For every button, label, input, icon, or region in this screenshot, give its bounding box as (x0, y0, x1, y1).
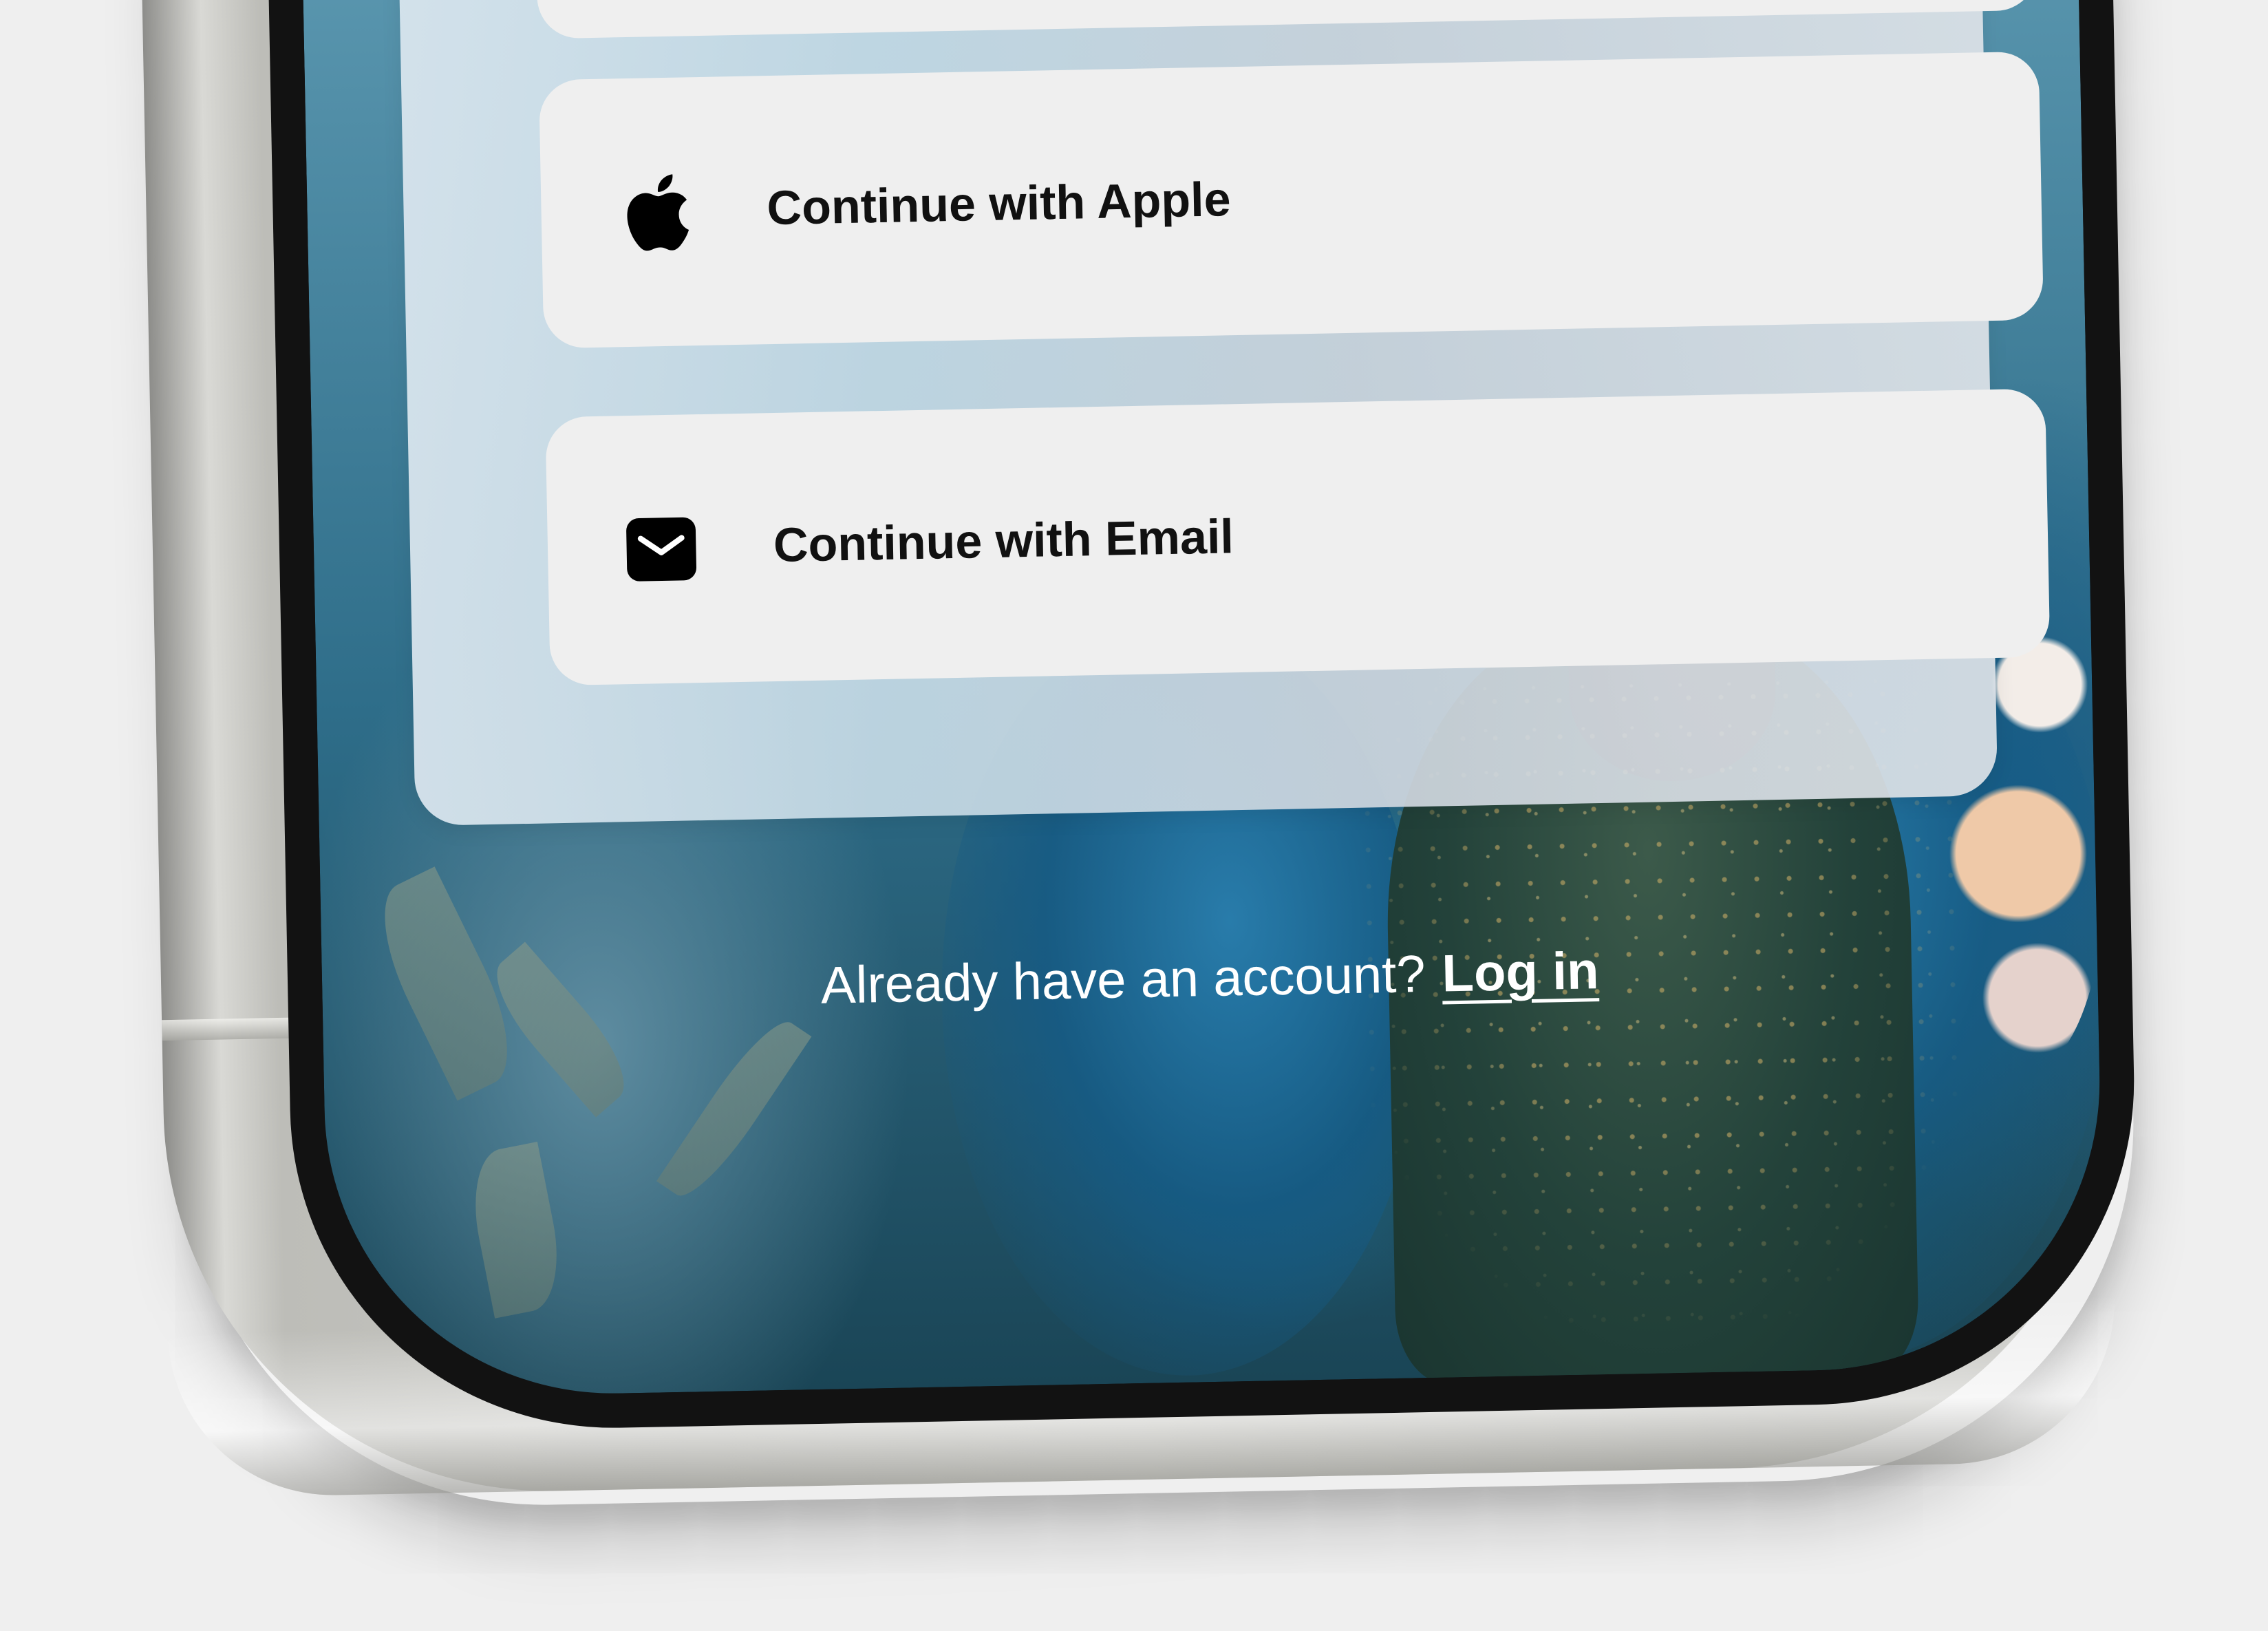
continue-with-email-button[interactable]: Continue with Email (545, 388, 2051, 686)
login-link[interactable]: Log in (1442, 941, 1600, 1003)
phone-screen: Continue with Apple Continue with Email … (301, 0, 2106, 1399)
device-frame-seam (162, 1017, 293, 1041)
auth-options-panel: Continue with Apple Continue with Email (397, 0, 2051, 827)
continue-with-email-label: Continue with Email (773, 509, 1234, 573)
continue-with-apple-label: Continue with Apple (766, 172, 1232, 235)
device-mockup: Continue with Apple Continue with Email … (0, 0, 2268, 1631)
continue-with-apple-button[interactable]: Continue with Apple (538, 51, 2044, 349)
mockup-stage: Continue with Apple Continue with Email … (0, 0, 2268, 1631)
background-leaf (462, 1142, 570, 1319)
background-leaf (656, 1010, 812, 1208)
login-prompt-text: Already have an account? (820, 944, 1426, 1015)
apple-logo-icon (617, 173, 694, 251)
envelope-icon (623, 511, 700, 588)
partially-visible-option-button[interactable] (535, 0, 2038, 39)
